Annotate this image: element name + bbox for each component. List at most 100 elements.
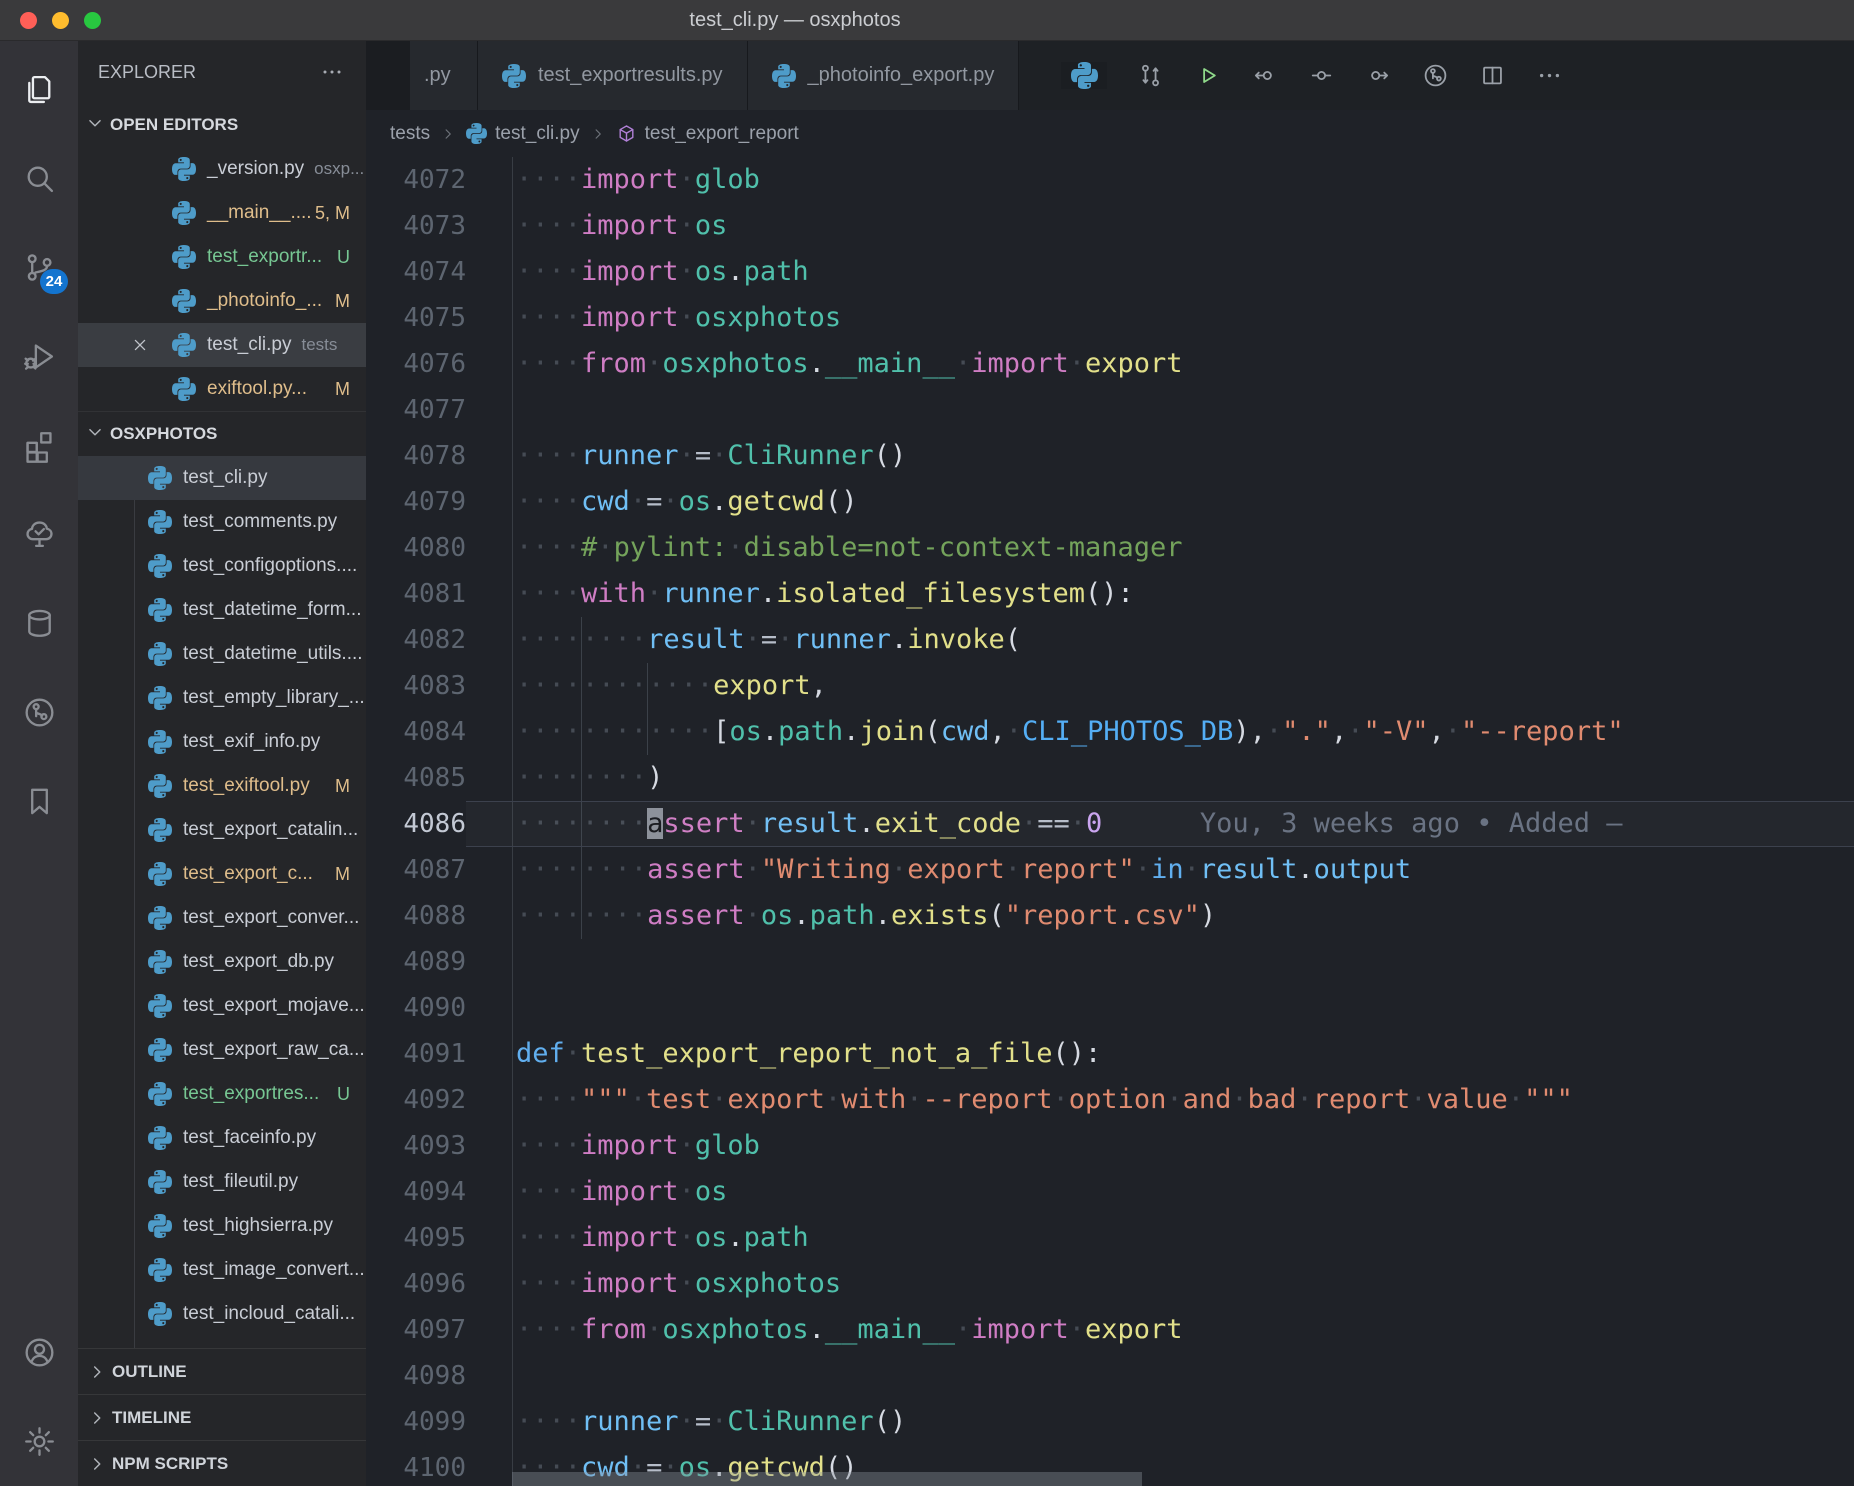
- line-number[interactable]: 4078: [366, 433, 466, 479]
- code-line[interactable]: 4095····import·os.path: [366, 1215, 1854, 1261]
- python-language-tile[interactable]: [1061, 62, 1107, 89]
- line-number[interactable]: 4095: [366, 1215, 466, 1261]
- open-editors-header[interactable]: OPEN EDITORS: [78, 103, 366, 147]
- code-line[interactable]: 4081····with·runner.isolated_filesystem(…: [366, 571, 1854, 617]
- nav-back-icon[interactable]: [1251, 62, 1278, 89]
- line-number[interactable]: 4097: [366, 1307, 466, 1353]
- tree-item[interactable]: test_export_db.py: [78, 940, 366, 984]
- code-line[interactable]: 4091def·test_export_report_not_a_file():: [366, 1031, 1854, 1077]
- run-python-file-icon[interactable]: [1194, 62, 1221, 89]
- line-number[interactable]: 4092: [366, 1077, 466, 1123]
- line-number[interactable]: 4091: [366, 1031, 466, 1077]
- tree-item[interactable]: test_comments.py: [78, 500, 366, 544]
- sidebar-section-outline[interactable]: OUTLINE: [78, 1348, 366, 1394]
- code-line[interactable]: 4072····import·glob: [366, 157, 1854, 203]
- open-editor-item[interactable]: _photoinfo_...M: [78, 279, 366, 323]
- code-editor[interactable]: 4072····import·glob4073····import·os4074…: [366, 157, 1854, 1486]
- explorer-more-actions-icon[interactable]: [320, 60, 344, 84]
- line-number[interactable]: 4080: [366, 525, 466, 571]
- activity-item-extensions[interactable]: [0, 401, 78, 490]
- open-editor-item[interactable]: _version.pyosxp...: [78, 147, 366, 191]
- line-number[interactable]: 4086: [366, 801, 466, 847]
- code-line[interactable]: 4087········assert·"Writing·export·repor…: [366, 847, 1854, 893]
- nav-circle-icon[interactable]: [1308, 62, 1335, 89]
- tree-item[interactable]: test_export_conver...: [78, 896, 366, 940]
- tree-item[interactable]: test_configoptions....: [78, 544, 366, 588]
- activity-item-bookmarks[interactable]: [0, 757, 78, 846]
- editor-tab[interactable]: _photoinfo_export.py: [748, 41, 1020, 110]
- close-icon[interactable]: [130, 335, 172, 355]
- tree-item[interactable]: test_incloud_catali...: [78, 1292, 366, 1336]
- editor-tab[interactable]: .py: [410, 41, 478, 110]
- line-number[interactable]: 4098: [366, 1353, 466, 1399]
- sidebar-section-npm-scripts[interactable]: NPM SCRIPTS: [78, 1440, 366, 1486]
- tree-item[interactable]: test_export_c...M: [78, 852, 366, 896]
- line-number[interactable]: 4093: [366, 1123, 466, 1169]
- activity-item-database[interactable]: [0, 579, 78, 668]
- code-line[interactable]: 4082········result·=·runner.invoke(: [366, 617, 1854, 663]
- breadcrumb-item[interactable]: test_cli.py: [466, 123, 579, 145]
- editor-tab[interactable]: test_exportresults.py: [478, 41, 748, 110]
- activity-item-search[interactable]: [0, 134, 78, 223]
- open-editor-item[interactable]: __main__....5, M: [78, 191, 366, 235]
- split-editor-icon[interactable]: [1479, 62, 1506, 89]
- nav-forward-icon[interactable]: [1365, 62, 1392, 89]
- code-line[interactable]: 4079····cwd·=·os.getcwd(): [366, 479, 1854, 525]
- tree-item[interactable]: test_export_mojave...: [78, 984, 366, 1028]
- line-number[interactable]: 4085: [366, 755, 466, 801]
- code-line[interactable]: 4085········): [366, 755, 1854, 801]
- line-number[interactable]: 4074: [366, 249, 466, 295]
- tree-item[interactable]: test_cli.py: [78, 456, 366, 500]
- tree-item[interactable]: test_exportres...U: [78, 1072, 366, 1116]
- line-number[interactable]: 4073: [366, 203, 466, 249]
- open-editor-item[interactable]: test_exportr...U: [78, 235, 366, 279]
- code-line[interactable]: 4096····import·osxphotos: [366, 1261, 1854, 1307]
- line-number[interactable]: 4075: [366, 295, 466, 341]
- tree-item[interactable]: test_exif_info.py: [78, 720, 366, 764]
- activity-item-source-control[interactable]: 24: [0, 223, 78, 312]
- sidebar-section-timeline[interactable]: TIMELINE: [78, 1394, 366, 1440]
- code-line[interactable]: 4090: [366, 985, 1854, 1031]
- tree-item[interactable]: test_datetime_utils....: [78, 632, 366, 676]
- line-number[interactable]: 4087: [366, 847, 466, 893]
- code-line[interactable]: 4080····#·pylint:·disable=not-context-ma…: [366, 525, 1854, 571]
- code-line[interactable]: 4097····from·osxphotos.__main__·import·e…: [366, 1307, 1854, 1353]
- line-number[interactable]: 4076: [366, 341, 466, 387]
- code-line[interactable]: 4098: [366, 1353, 1854, 1399]
- line-number[interactable]: 4088: [366, 893, 466, 939]
- activity-item-run-debug[interactable]: [0, 312, 78, 401]
- code-line[interactable]: 4093····import·glob: [366, 1123, 1854, 1169]
- code-line[interactable]: 4088········assert·os.path.exists("repor…: [366, 893, 1854, 939]
- tree-item[interactable]: test_datetime_form...: [78, 588, 366, 632]
- activity-item-gitlens[interactable]: [0, 668, 78, 757]
- code-line[interactable]: 4084············[os.path.join(cwd,·CLI_P…: [366, 709, 1854, 755]
- breadcrumb-item[interactable]: test_export_report: [616, 123, 799, 145]
- more-actions-icon[interactable]: [1536, 62, 1563, 89]
- tree-item[interactable]: test_fileutil.py: [78, 1160, 366, 1204]
- line-number[interactable]: 4081: [366, 571, 466, 617]
- line-number[interactable]: 4084: [366, 709, 466, 755]
- line-number[interactable]: 4079: [366, 479, 466, 525]
- code-line[interactable]: 4075····import·osxphotos: [366, 295, 1854, 341]
- tree-item[interactable]: test_faceinfo.py: [78, 1116, 366, 1160]
- tree-item[interactable]: test_highsierra.py: [78, 1204, 366, 1248]
- line-number[interactable]: 4100: [366, 1445, 466, 1486]
- code-line[interactable]: 4094····import·os: [366, 1169, 1854, 1215]
- code-line[interactable]: 4092····"""·test·export·with·--report·op…: [366, 1077, 1854, 1123]
- activity-item-settings[interactable]: [0, 1397, 78, 1486]
- gitlens-history-icon[interactable]: [1422, 62, 1449, 89]
- line-number[interactable]: 4099: [366, 1399, 466, 1445]
- tree-item[interactable]: test_exiftool.pyM: [78, 764, 366, 808]
- code-line[interactable]: 4073····import·os: [366, 203, 1854, 249]
- tree-item[interactable]: test_export_raw_ca...: [78, 1028, 366, 1072]
- activity-item-explorer[interactable]: [0, 45, 78, 134]
- code-line[interactable]: 4074····import·os.path: [366, 249, 1854, 295]
- code-line[interactable]: 4076····from·osxphotos.__main__·import·e…: [366, 341, 1854, 387]
- code-line[interactable]: 4099····runner·=·CliRunner(): [366, 1399, 1854, 1445]
- git-compare-icon[interactable]: [1137, 62, 1164, 89]
- line-number[interactable]: 4094: [366, 1169, 466, 1215]
- code-line[interactable]: 4089: [366, 939, 1854, 985]
- project-header[interactable]: OSXPHOTOS: [78, 411, 366, 456]
- line-number[interactable]: 4077: [366, 387, 466, 433]
- tree-item[interactable]: test_empty_library_...: [78, 676, 366, 720]
